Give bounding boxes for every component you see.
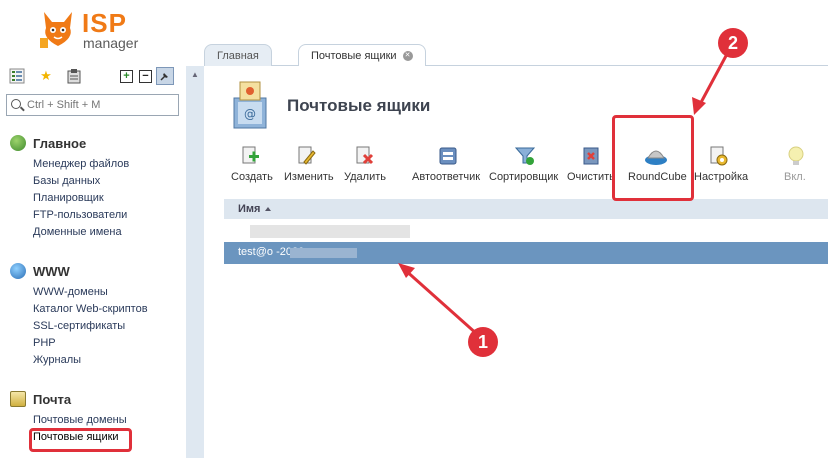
callout-badge-2: 2 [718,28,748,58]
annotation-arrows [398,53,729,337]
callout-badge-1: 1 [468,327,498,357]
